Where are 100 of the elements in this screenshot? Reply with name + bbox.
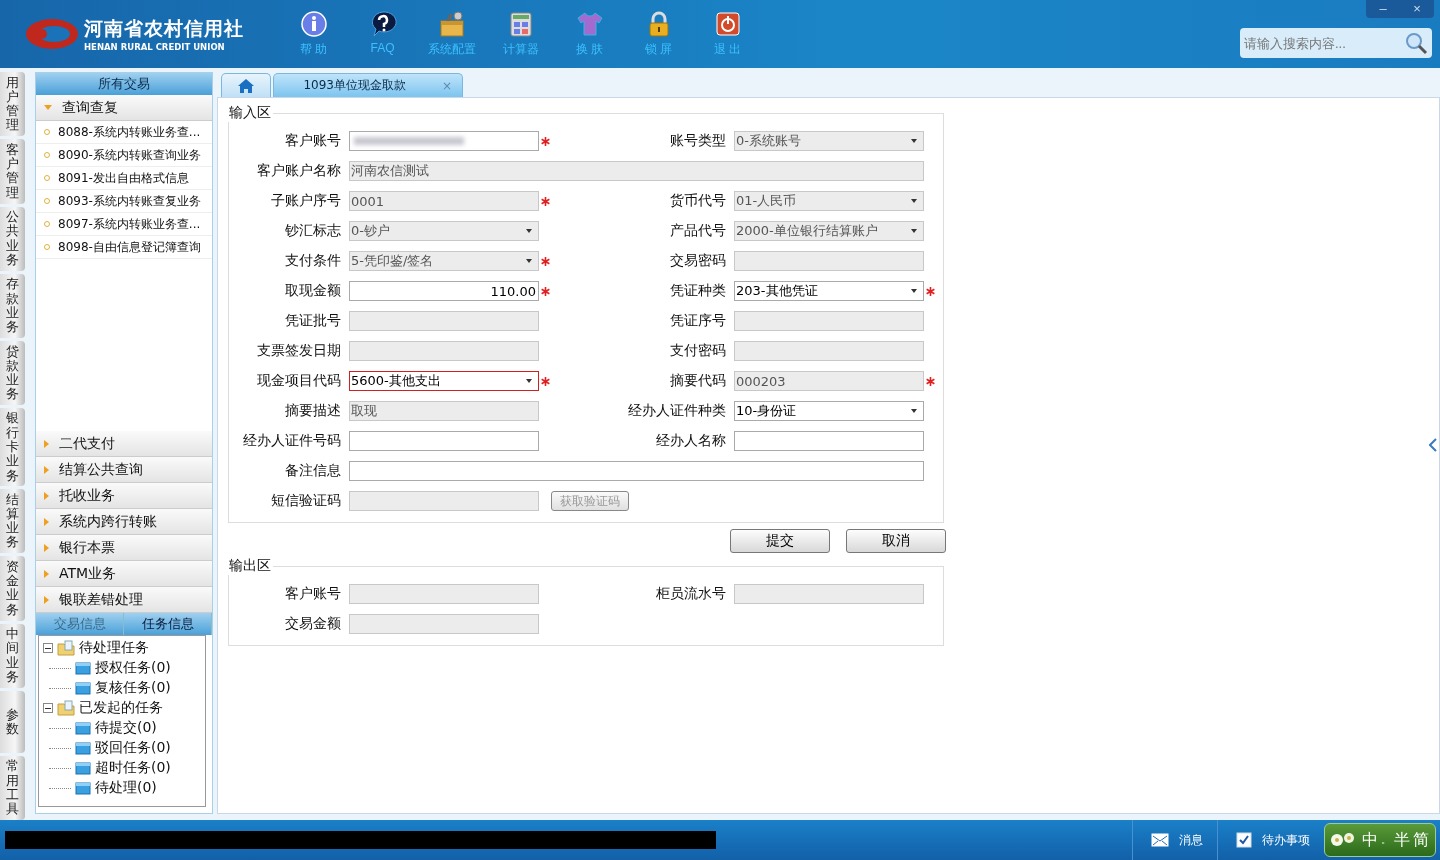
- side-tab[interactable]: 公共业务: [0, 206, 25, 271]
- submit-button[interactable]: 提交: [730, 529, 830, 553]
- side-tab[interactable]: 用户管理: [0, 72, 25, 137]
- folder-icon: [75, 721, 91, 735]
- logo-icon: [24, 16, 80, 52]
- field-label: 经办人证件种类: [627, 402, 727, 420]
- folder-icon: [75, 681, 91, 695]
- field-label: 货币代号: [669, 192, 727, 210]
- menu-group[interactable]: 银行本票: [36, 535, 212, 561]
- field-label: 凭证种类: [669, 282, 727, 300]
- input-mode-text[interactable]: 简: [1413, 829, 1429, 851]
- field-label: 交易金额: [284, 615, 342, 633]
- logo-subtitle: HENAN RURAL CREDIT UNION: [84, 42, 226, 52]
- menu-group[interactable]: 二代支付: [36, 431, 212, 457]
- side-tab[interactable]: 常用工具: [0, 755, 25, 821]
- side-tab[interactable]: 资金业务: [0, 556, 25, 621]
- tree-item[interactable]: 待提交(0): [95, 719, 157, 737]
- caret-icon: [526, 229, 532, 233]
- caret-icon: [911, 229, 917, 233]
- folder-icon: [75, 741, 91, 755]
- status-button[interactable]: 待办事项: [1217, 820, 1324, 860]
- logo-title: 河南省农村信用社: [84, 16, 244, 41]
- caret-icon: [911, 199, 917, 203]
- input-mode-text[interactable]: 中: [1362, 829, 1378, 851]
- input-field[interactable]: [349, 431, 539, 451]
- menu-item[interactable]: 8088-系统内转账业务查...: [36, 121, 212, 144]
- side-tab[interactable]: 中间业务: [0, 623, 25, 688]
- menu-item[interactable]: 8098-自由信息登记簿查询: [36, 236, 212, 259]
- side-tab[interactable]: 银行卡业务: [0, 408, 25, 487]
- menu-group[interactable]: ATM业务: [36, 561, 212, 587]
- side-tab[interactable]: 结算业务: [0, 489, 25, 554]
- info-icon: [299, 10, 328, 38]
- folder-icon: [57, 700, 75, 716]
- home-tab[interactable]: [221, 73, 271, 97]
- input-method-bar[interactable]: 中 。 半 简: [1324, 823, 1436, 857]
- cancel-button[interactable]: 取消: [846, 529, 946, 553]
- field-label: 经办人名称: [655, 432, 727, 450]
- input-field[interactable]: [349, 131, 539, 151]
- menu-item[interactable]: 8093-系统内转账查复业务: [36, 190, 212, 213]
- input-mode-text[interactable]: 。: [1381, 833, 1391, 847]
- menu-group[interactable]: 系统内跨行转账: [36, 509, 212, 535]
- menu-group[interactable]: 银联差错处理: [36, 587, 212, 613]
- field-label: 子账户序号: [270, 192, 342, 210]
- dropdown[interactable]: 203-其他凭证: [734, 281, 924, 301]
- side-tab[interactable]: 贷款业务: [0, 341, 25, 406]
- input-field[interactable]: 110.00: [349, 281, 539, 301]
- page-tab[interactable]: 1093单位现金取款 ×: [273, 73, 463, 97]
- collapse-icon[interactable]: [43, 703, 53, 713]
- menu-item[interactable]: 8090-系统内转账查询业务: [36, 144, 212, 167]
- input-field[interactable]: [734, 431, 924, 451]
- input-field[interactable]: [349, 461, 924, 481]
- panel-tab[interactable]: 任务信息: [124, 613, 212, 635]
- folder-icon: [75, 761, 91, 775]
- tree-item[interactable]: 驳回任务(0): [95, 739, 171, 757]
- field-label: 摘要描述: [284, 402, 342, 420]
- collapse-icon[interactable]: [43, 643, 53, 653]
- menu-item[interactable]: 8091-发出自由格式信息: [36, 167, 212, 190]
- home-icon: [237, 77, 255, 94]
- field-label: 现金项目代码: [256, 372, 342, 390]
- input-mode-text[interactable]: 半: [1394, 829, 1410, 851]
- field-label: 钞汇标志: [284, 222, 342, 240]
- field-label: 支票签发日期: [256, 342, 342, 360]
- search-icon[interactable]: [1404, 31, 1428, 55]
- side-tab[interactable]: 参数: [0, 690, 25, 753]
- field-label: 客户账号: [284, 585, 342, 603]
- sidebar-title: 所有交易: [36, 73, 212, 95]
- field-label: 支付密码: [669, 342, 727, 360]
- caret-icon: [911, 289, 917, 293]
- field-label: 摘要代码: [669, 372, 727, 390]
- menu-group[interactable]: 结算公共查询: [36, 457, 212, 483]
- menu-item[interactable]: 8097-系统内转账业务查...: [36, 213, 212, 236]
- shirt-icon: [575, 10, 604, 38]
- field-label: 短信验证码: [270, 492, 342, 510]
- menu-group[interactable]: 查询查复: [36, 95, 212, 121]
- field-label: 支付条件: [284, 252, 342, 270]
- field-label: 交易密码: [669, 252, 727, 270]
- close-button[interactable]: ×: [1400, 0, 1434, 18]
- tree-item[interactable]: 超时任务(0): [95, 759, 171, 777]
- field-label: 账号类型: [669, 132, 727, 150]
- search-field[interactable]: 请输入搜索内容...: [1240, 28, 1432, 58]
- tree-item[interactable]: 待处理任务: [79, 639, 149, 657]
- tree-item[interactable]: 复核任务(0): [95, 679, 171, 697]
- tree-item[interactable]: 授权任务(0): [95, 659, 171, 677]
- folder-icon: [75, 781, 91, 795]
- menu-group[interactable]: 托收业务: [36, 483, 212, 509]
- side-tab[interactable]: 客户管理: [0, 139, 25, 204]
- caret-icon: [911, 139, 917, 143]
- folder-icon: [75, 661, 91, 675]
- side-tab[interactable]: 存款业务: [0, 273, 25, 338]
- field-label: 取现金额: [284, 282, 342, 300]
- status-button[interactable]: 消息: [1132, 820, 1217, 860]
- tree-item[interactable]: 待处理(0): [95, 779, 157, 797]
- folder-icon: [57, 640, 75, 656]
- toolbox-icon: [437, 10, 466, 38]
- power-icon: [713, 10, 742, 38]
- dropdown[interactable]: 5600-其他支出: [349, 371, 539, 391]
- tree-item[interactable]: 已发起的任务: [79, 699, 163, 717]
- dropdown[interactable]: 10-身份证: [734, 401, 924, 421]
- field-label: 备注信息: [284, 462, 342, 480]
- minimize-button[interactable]: –: [1366, 0, 1400, 18]
